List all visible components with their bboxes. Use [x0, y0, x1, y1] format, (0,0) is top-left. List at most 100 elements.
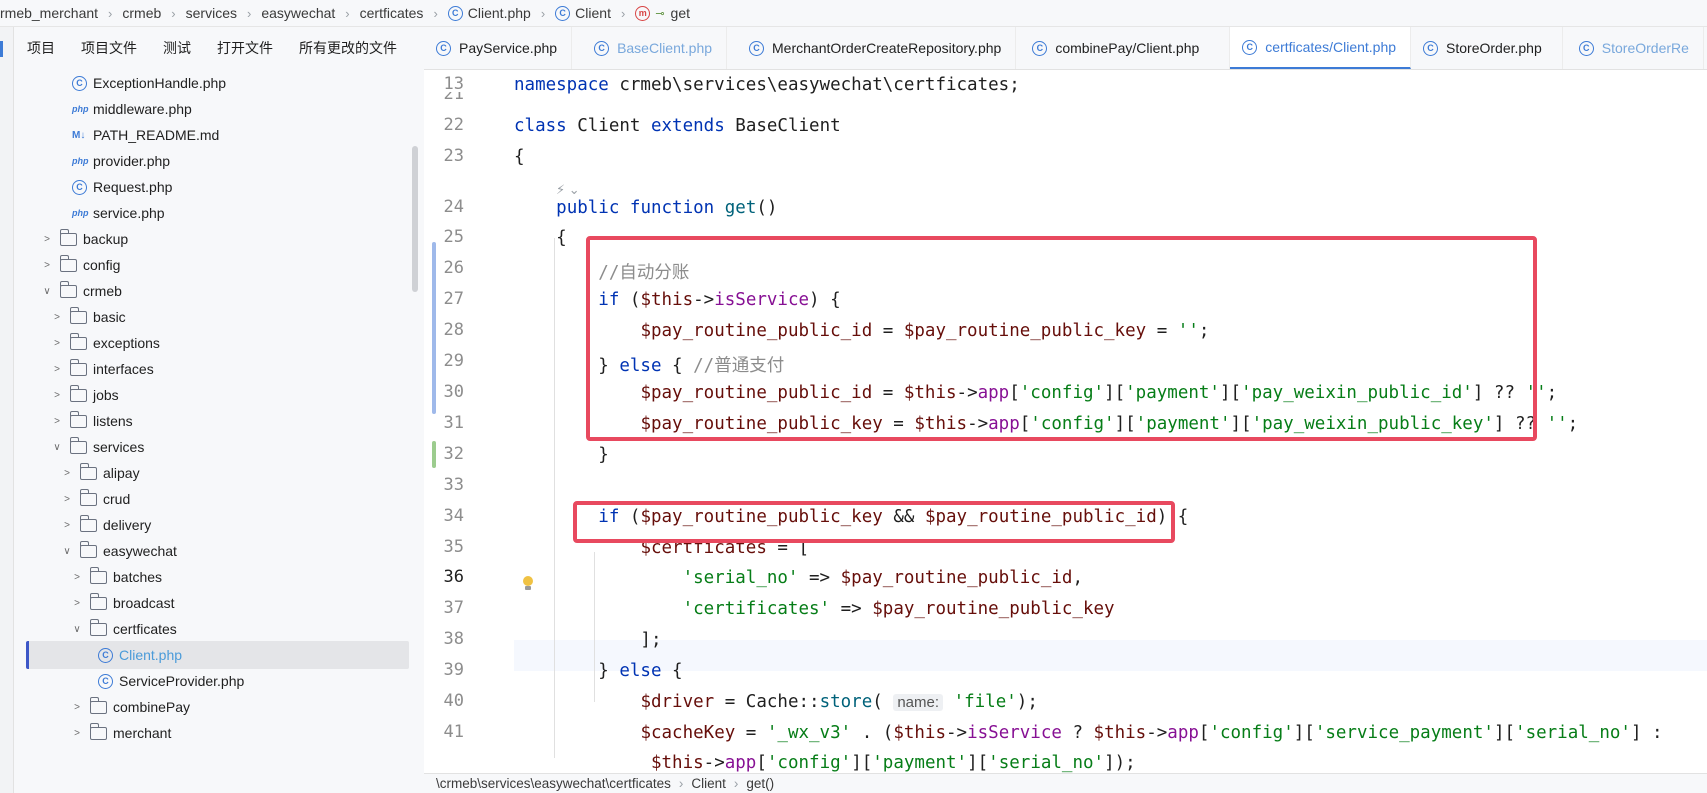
tree-item-basic[interactable]: > basic: [14, 303, 410, 331]
chevron-right-icon[interactable]: >: [50, 364, 64, 375]
line-number-current: 36: [443, 567, 464, 587]
editor-tabs: C PayService.php C BaseClient.php C Merchan…: [424, 27, 1707, 70]
tab-tests[interactable]: 测试: [150, 38, 204, 58]
chevron-right-icon[interactable]: >: [70, 728, 84, 739]
chevron-right-icon: ›: [620, 5, 626, 21]
project-tool-tabs: 项目 项目文件 测试 打开文件 所有更改的文件: [14, 27, 424, 69]
breadcrumb-item-crmeb[interactable]: crmeb: [122, 5, 161, 21]
folder-icon: [69, 384, 87, 402]
tree-item-merchant[interactable]: > merchant: [14, 719, 410, 747]
tree-item-delivery[interactable]: > delivery: [14, 511, 410, 539]
nav-path-namespace[interactable]: \crmeb\services\easywechat\certficates: [436, 776, 671, 791]
tree-item-label: provider.php: [93, 153, 171, 169]
chevron-down-icon[interactable]: ∨: [60, 546, 74, 557]
breadcrumb-item-certficates[interactable]: certficates: [360, 5, 424, 21]
ai-assistant-icon[interactable]: ⚡︎ ⌄: [556, 182, 580, 198]
chevron-right-icon: ›: [247, 5, 252, 21]
chevron-right-icon[interactable]: >: [70, 572, 84, 583]
tree-scrollbar[interactable]: [412, 146, 418, 292]
tree-item-config[interactable]: > config: [14, 251, 410, 279]
folder-icon: [89, 592, 107, 610]
chevron-right-icon[interactable]: >: [40, 260, 54, 271]
tree-item-exceptions[interactable]: > exceptions: [14, 329, 410, 357]
tree-item-combinepay[interactable]: > combinePay: [14, 693, 410, 721]
tree-item-exceptionhandle[interactable]: C ExceptionHandle.php: [14, 69, 410, 97]
breadcrumb-label: Client: [575, 5, 611, 21]
tree-item-request[interactable]: C Request.php: [14, 173, 410, 201]
tree-item-provider[interactable]: php provider.php: [14, 147, 410, 175]
tree-item-service[interactable]: php service.php: [14, 199, 410, 227]
tree-item-certficates[interactable]: ∨ certficates: [14, 615, 410, 643]
line-number: 26: [443, 258, 464, 278]
breadcrumb-label: crmeb: [122, 5, 162, 21]
breadcrumb-item-project[interactable]: rmeb_merchant: [0, 5, 98, 21]
tab-baseclient[interactable]: C BaseClient.php: [572, 27, 728, 69]
chevron-down-icon[interactable]: ∨: [40, 286, 54, 297]
chevron-right-icon[interactable]: >: [50, 338, 64, 349]
breadcrumb-item-services[interactable]: services: [186, 5, 237, 21]
chevron-right-icon: ›: [345, 5, 350, 21]
tree-item-listens[interactable]: > listens: [14, 407, 410, 435]
chevron-right-icon[interactable]: >: [70, 702, 84, 713]
navigation-bar: \crmeb\services\easywechat\certficates ›…: [424, 773, 1707, 793]
tab-all-changed-files[interactable]: 所有更改的文件: [286, 38, 410, 58]
tree-item-label: ExceptionHandle.php: [93, 75, 227, 91]
tab-project-files[interactable]: 项目文件: [68, 38, 150, 58]
tree-item-backup[interactable]: > backup: [14, 225, 410, 253]
breadcrumb-item-class[interactable]: C Client: [555, 5, 611, 21]
chevron-right-icon[interactable]: >: [60, 520, 74, 531]
tree-item-services[interactable]: ∨ services: [14, 433, 410, 461]
tree-item-path-readme[interactable]: M↓ PATH_README.md: [14, 121, 410, 149]
code-line-32: }: [514, 445, 609, 465]
tree-item-alipay[interactable]: > alipay: [14, 459, 410, 487]
tab-storeorder[interactable]: C StoreOrder.php: [1411, 27, 1563, 69]
tab-project[interactable]: 项目: [14, 38, 68, 58]
chevron-right-icon[interactable]: >: [50, 390, 64, 401]
class-icon: C: [72, 75, 87, 91]
chevron-right-icon[interactable]: >: [60, 468, 74, 479]
tree-item-serviceprovider[interactable]: C ServiceProvider.php: [14, 667, 410, 695]
tree-item-middleware[interactable]: php middleware.php: [14, 95, 410, 123]
tab-payservice[interactable]: C PayService.php: [424, 27, 573, 69]
tree-item-label: alipay: [103, 465, 140, 481]
tab-label: combinePay/Client.php: [1055, 40, 1200, 56]
code-line-24: public function get(): [556, 198, 778, 218]
tab-merchantordercreaterepository[interactable]: C MerchantOrderCreateRepository.php: [727, 27, 1017, 69]
tab-open-files[interactable]: 打开文件: [204, 38, 286, 58]
folder-icon: [59, 280, 77, 298]
breadcrumb-item-method[interactable]: m ⊸ get: [635, 5, 690, 21]
chevron-right-icon: ›: [540, 5, 546, 21]
chevron-right-icon[interactable]: >: [40, 234, 54, 245]
chevron-right-icon[interactable]: >: [50, 416, 64, 427]
nav-path-class[interactable]: Client: [691, 776, 726, 791]
tree-item-broadcast[interactable]: > broadcast: [14, 589, 410, 617]
tool-window-strip: [0, 27, 14, 793]
tree-item-batches[interactable]: > batches: [14, 563, 410, 591]
class-icon: C: [1242, 39, 1258, 55]
code-editor[interactable]: 13 21 22 23 24 25 26 27 28 29 30 31 32 3…: [424, 70, 1707, 773]
nav-path-method[interactable]: get(): [746, 776, 774, 791]
breadcrumb-item-easywechat[interactable]: easywechat: [261, 5, 335, 21]
line-number: 33: [443, 475, 464, 495]
tab-certficates-client[interactable]: Ccertficates/Client.php: [1230, 27, 1412, 69]
tab-storeorderre[interactable]: C StoreOrderRe: [1563, 27, 1704, 69]
chevron-right-icon[interactable]: >: [60, 494, 74, 505]
tree-item-label: Client.php: [119, 647, 183, 663]
chevron-right-icon[interactable]: >: [50, 312, 64, 323]
tree-item-jobs[interactable]: > jobs: [14, 381, 410, 409]
breadcrumb-item-file[interactable]: C Client.php: [447, 5, 531, 21]
class-icon: C: [555, 5, 571, 21]
chevron-right-icon: ›: [108, 5, 113, 21]
tree-item-easywechat[interactable]: ∨ easywechat: [14, 537, 410, 565]
folder-icon: [79, 514, 97, 532]
chevron-down-icon[interactable]: ∨: [50, 442, 64, 453]
tab-combinepay-client[interactable]: CcombinePay/Client.php: [1016, 27, 1231, 69]
tree-item-interfaces[interactable]: > interfaces: [14, 355, 410, 383]
chevron-right-icon[interactable]: >: [70, 598, 84, 609]
tree-item-crud[interactable]: > crud: [14, 485, 410, 513]
tree-item-client-selected[interactable]: C Client.php: [26, 641, 409, 669]
chevron-down-icon[interactable]: ∨: [70, 624, 84, 635]
public-access-icon: ⊸: [655, 7, 665, 20]
code-line-22: class Client extends BaseClient: [514, 116, 841, 136]
tree-item-crmeb[interactable]: ∨ crmeb: [14, 277, 410, 305]
